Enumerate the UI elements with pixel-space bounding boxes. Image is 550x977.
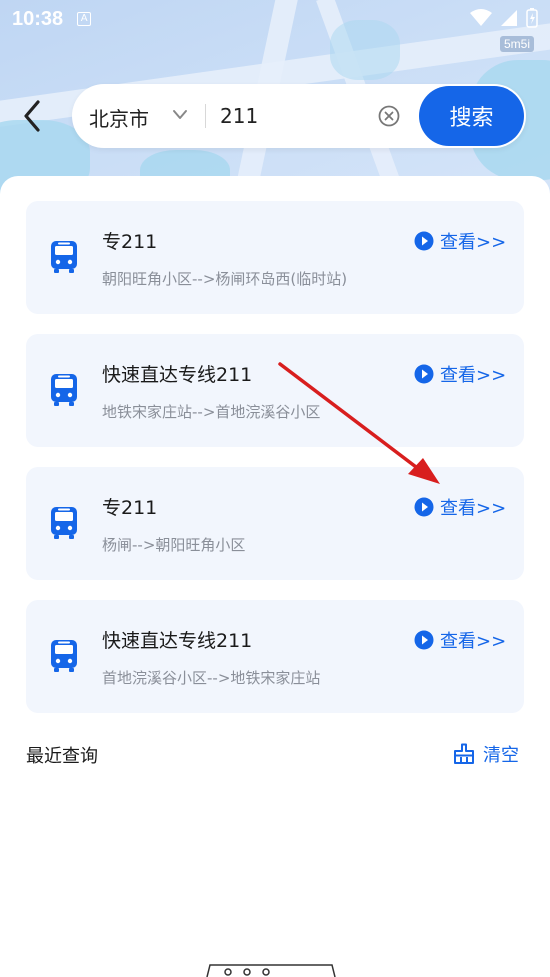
view-button[interactable]: 查看>> [414, 228, 506, 254]
status-time: 10:38 [12, 7, 64, 30]
route-title: 快速直达专线211 [102, 364, 253, 386]
play-circle-icon [414, 630, 434, 650]
route-title: 专211 [102, 497, 158, 519]
clear-history-button[interactable]: 清空 [453, 741, 519, 767]
result-card[interactable]: 专211 杨闸-->朝阳旺角小区 查看>> [26, 467, 524, 580]
broom-icon [454, 743, 474, 764]
chevron-left-icon [24, 100, 40, 132]
view-label: 查看>> [440, 498, 507, 519]
city-selector[interactable]: 北京市 [89, 103, 149, 132]
route-stops: 杨闸-->朝阳旺角小区 [102, 536, 246, 554]
back-button[interactable] [18, 96, 50, 136]
battery-icon [526, 8, 538, 28]
view-button[interactable]: 查看>> [414, 361, 506, 387]
bus-icon [51, 507, 77, 539]
view-label: 查看>> [440, 232, 507, 253]
signal-icon [501, 10, 517, 26]
result-card[interactable]: 快速直达专线211 地铁宋家庄站-->首地浣溪谷小区 查看>> [26, 334, 524, 447]
play-circle-icon [414, 497, 434, 517]
clear-input-icon[interactable] [378, 105, 400, 127]
play-circle-icon [414, 364, 434, 384]
search-bar: 北京市 搜索 [72, 84, 526, 148]
clear-label: 清空 [483, 745, 519, 766]
view-button[interactable]: 查看>> [414, 494, 506, 520]
view-button[interactable]: 查看>> [414, 627, 506, 653]
status-tag: 5m5i [499, 36, 534, 52]
bus-icon [51, 241, 77, 273]
view-label: 查看>> [440, 365, 507, 386]
search-divider [205, 104, 206, 128]
search-input[interactable] [220, 101, 370, 131]
status-indicators [470, 8, 538, 28]
route-stops: 地铁宋家庄站-->首地浣溪谷小区 [102, 403, 321, 421]
view-label: 查看>> [440, 631, 507, 652]
status-bar: 10:38 A [0, 0, 550, 38]
bottom-illustration [206, 964, 336, 977]
search-button[interactable]: 搜索 [419, 86, 524, 146]
wifi-icon [470, 9, 492, 26]
result-card[interactable]: 快速直达专线211 首地浣溪谷小区-->地铁宋家庄站 查看>> [26, 600, 524, 713]
play-circle-icon [414, 231, 434, 251]
bus-icon [51, 640, 77, 672]
bus-icon [51, 374, 77, 406]
notification-icon: A [77, 12, 92, 26]
chevron-down-icon[interactable] [172, 109, 188, 121]
result-card[interactable]: 专211 朝阳旺角小区-->杨闸环岛西(临时站) 查看>> [26, 201, 524, 314]
route-title: 快速直达专线211 [102, 630, 253, 652]
route-stops: 首地浣溪谷小区-->地铁宋家庄站 [102, 669, 321, 687]
recent-queries-heading: 最近查询 [26, 746, 98, 767]
route-stops: 朝阳旺角小区-->杨闸环岛西(临时站) [102, 270, 348, 288]
route-title: 专211 [102, 231, 158, 253]
